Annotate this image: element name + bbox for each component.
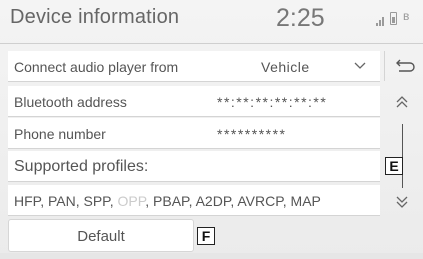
page-title: Device information	[10, 6, 180, 28]
callout-f: F	[197, 227, 215, 245]
profiles-enabled-part-2: , PBAP, A2DP, AVRCP, MAP	[145, 193, 321, 209]
clock: 2:25	[276, 4, 325, 32]
back-arrow-icon	[396, 59, 415, 72]
back-button[interactable]	[384, 51, 421, 81]
phone-number-value: **********	[217, 126, 287, 142]
supported-profiles-header: Supported profiles:	[8, 151, 380, 182]
chevron-down-icon[interactable]	[353, 60, 367, 70]
phone-number-row: Phone number **********	[8, 118, 380, 149]
supported-profiles-row: HFP, PAN, SPP, OPP, PBAP, A2DP, AVRCP, M…	[8, 185, 380, 216]
profile-disabled-opp: OPP	[117, 193, 146, 209]
supported-profiles-label: Supported profiles:	[14, 158, 149, 175]
connect-audio-player-row[interactable]: Connect audio player from Vehicle	[8, 51, 380, 82]
supported-profiles-list: HFP, PAN, SPP, OPP, PBAP, A2DP, AVRCP, M…	[14, 193, 321, 209]
battery-icon	[390, 12, 397, 25]
bottom-edge	[0, 253, 423, 259]
default-button-label: Default	[77, 228, 125, 245]
connect-audio-player-label: Connect audio player from	[14, 59, 179, 75]
callout-e: E	[385, 157, 403, 175]
bluetooth-address-label: Bluetooth address	[14, 94, 127, 110]
bluetooth-address-row: Bluetooth address **:**:**:**:**:**	[8, 86, 380, 117]
scrollbar[interactable]	[402, 124, 403, 188]
profiles-enabled-part-1: HFP, PAN, SPP,	[14, 193, 118, 209]
device-information-screen: Device information 2:25 ʙ Connect audio …	[0, 0, 423, 259]
header-divider	[0, 43, 423, 44]
connect-audio-player-value: Vehicle	[261, 59, 310, 75]
default-button[interactable]: Default	[8, 219, 194, 252]
bluetooth-address-value: **:**:**:**:**:**	[217, 94, 328, 110]
scroll-down-icon[interactable]	[394, 193, 410, 211]
bluetooth-icon: ʙ	[403, 9, 410, 23]
scroll-up-icon[interactable]	[394, 93, 410, 111]
phone-number-label: Phone number	[14, 126, 106, 142]
